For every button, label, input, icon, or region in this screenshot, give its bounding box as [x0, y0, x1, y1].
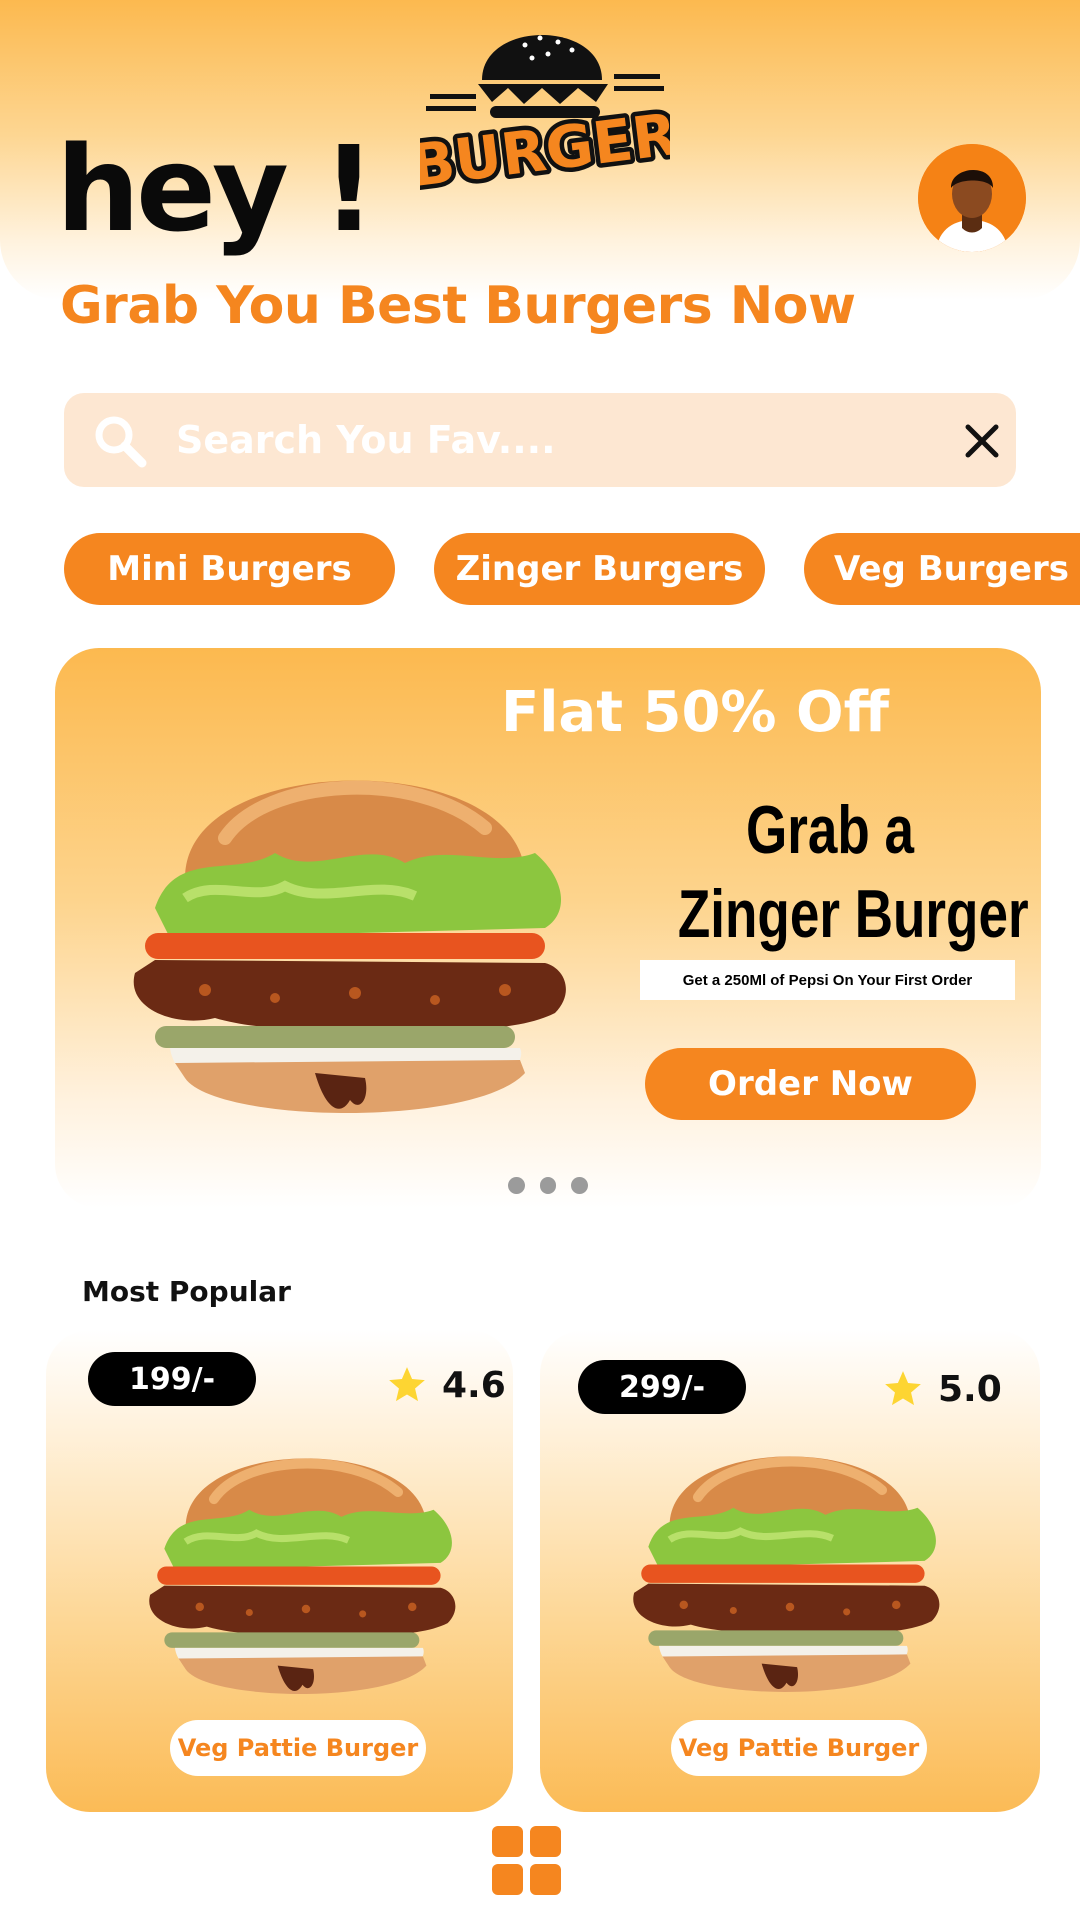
- burger-logo: BURGER: [402, 10, 685, 205]
- burger-logo-icon: BURGER: [402, 35, 685, 205]
- carousel-dots: [508, 1177, 589, 1195]
- person-icon: [918, 144, 1026, 252]
- carousel-dot[interactable]: [571, 1177, 589, 1194]
- grid-menu-icon[interactable]: [492, 1826, 561, 1895]
- rating-value: 4.6: [442, 1364, 506, 1406]
- search-icon[interactable]: [92, 413, 148, 469]
- category-chip-veg-burgers[interactable]: Veg Burgers: [804, 533, 1080, 605]
- search-input[interactable]: [176, 407, 936, 473]
- price-badge: 299/-: [578, 1360, 746, 1414]
- burger-image: [115, 728, 595, 1148]
- user-avatar[interactable]: [918, 144, 1026, 252]
- promo-headline-line1: Grab a: [745, 792, 915, 868]
- rating: 4.6: [386, 1360, 506, 1410]
- product-card[interactable]: 199/- 4.6 Veg Pattie Burger: [46, 1330, 513, 1812]
- promo-note: Get a 250Ml of Pepsi On Your First Order: [640, 960, 1015, 1000]
- carousel-dot[interactable]: [508, 1177, 525, 1194]
- category-chip-mini-burgers[interactable]: Mini Burgers: [64, 533, 395, 605]
- category-chip-zinger-burgers[interactable]: Zinger Burgers: [434, 533, 765, 605]
- category-list: Mini Burgers Zinger Burgers Veg Burgers: [64, 533, 1080, 605]
- product-name-button[interactable]: Veg Pattie Burger: [671, 1720, 927, 1776]
- order-now-button[interactable]: Order Now: [645, 1048, 976, 1120]
- close-icon[interactable]: [964, 423, 1000, 459]
- carousel-dot[interactable]: [539, 1177, 557, 1194]
- price-badge: 199/-: [88, 1352, 256, 1406]
- promo-headline: Grab a Zinger Burger: [677, 788, 1029, 956]
- promo-offer: Flat 50% Off: [500, 680, 889, 745]
- rating: 5.0: [882, 1364, 1002, 1414]
- star-icon: [386, 1364, 428, 1406]
- product-name-button[interactable]: Veg Pattie Burger: [170, 1720, 426, 1776]
- promo-banner[interactable]: Flat 50% Off Grab a Zinger Burger Get a …: [55, 648, 1041, 1208]
- grid-menu-glyph: [492, 1826, 561, 1895]
- burger-image: [620, 1418, 960, 1718]
- section-title-most-popular: Most Popular: [82, 1275, 291, 1308]
- burger-image: [136, 1420, 476, 1720]
- greeting-title: hey !: [56, 120, 376, 258]
- search-bar[interactable]: [64, 393, 1016, 487]
- tagline: Grab You Best Burgers Now: [60, 276, 856, 336]
- star-icon: [882, 1368, 924, 1410]
- product-card[interactable]: 299/- 5.0 Veg Pattie Burger: [540, 1330, 1040, 1812]
- promo-headline-line2: Zinger Burger: [677, 876, 1029, 952]
- rating-value: 5.0: [938, 1368, 1002, 1410]
